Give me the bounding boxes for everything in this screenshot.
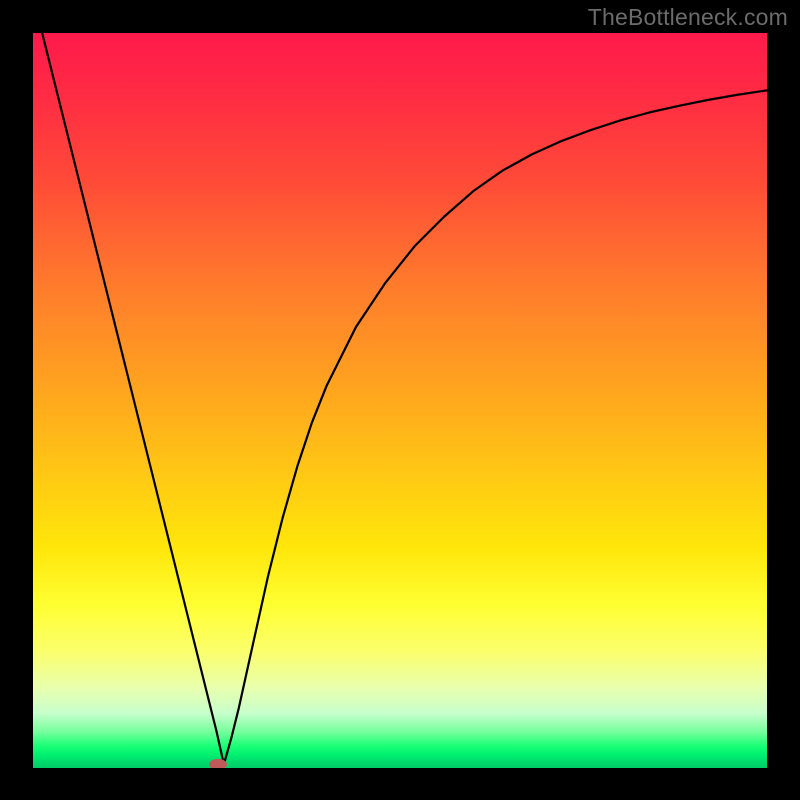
plot-area (33, 33, 767, 768)
curve-svg (33, 33, 767, 768)
bottleneck-curve (33, 33, 767, 764)
chart-frame: TheBottleneck.com (0, 0, 800, 800)
watermark-text: TheBottleneck.com (588, 4, 788, 31)
